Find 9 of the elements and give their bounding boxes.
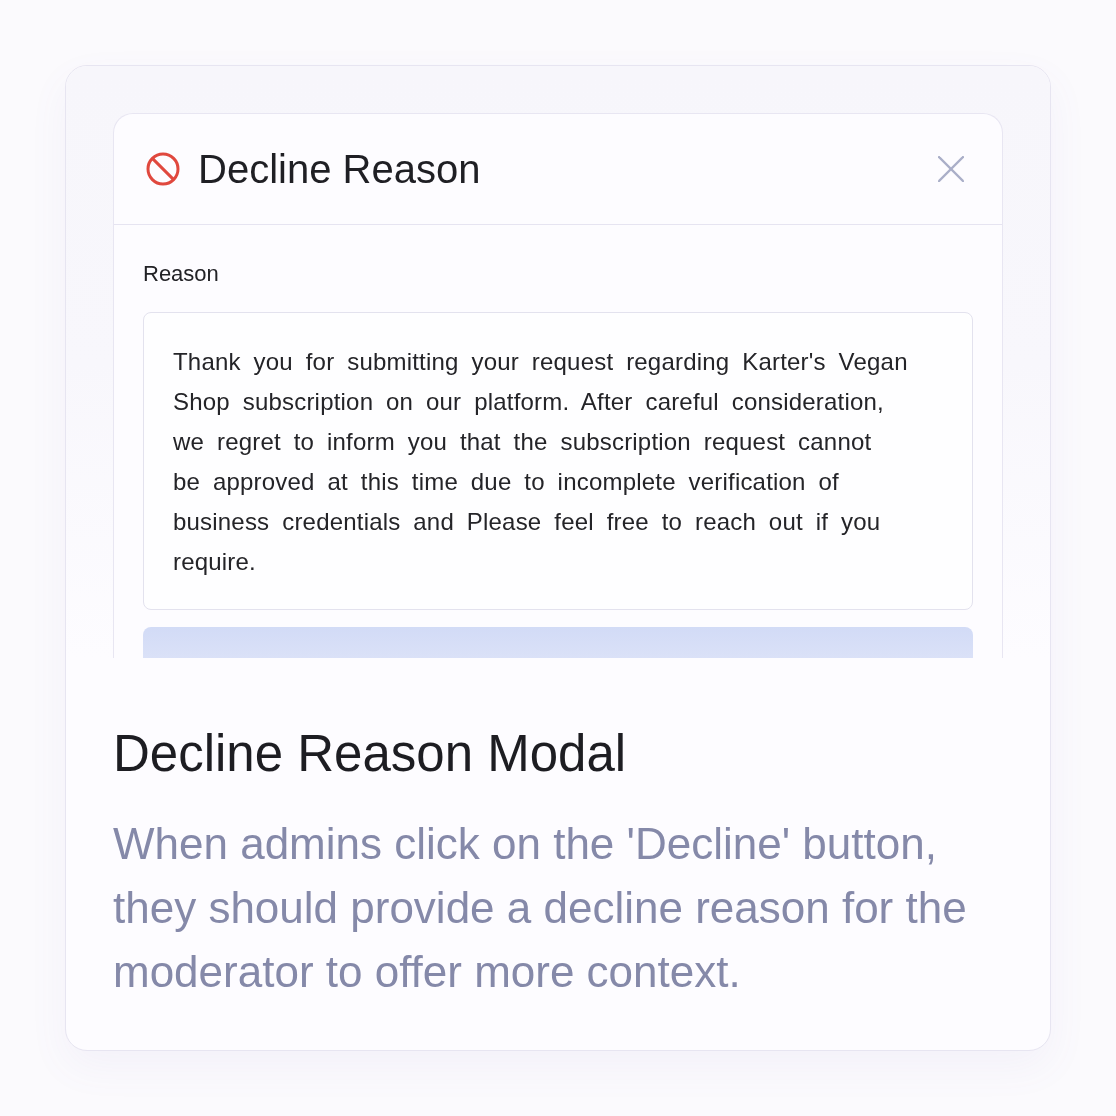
field-label: Reason <box>143 262 219 286</box>
modal-title: Decline Reason <box>198 149 481 189</box>
reason-field[interactable]: Thank you for submitting your request regarding Karter's Vegan Shop subscription on our platform. After careful consideration, we regret to inform you that the subscription request cannot be approved at this time due to incomplete verification of business credentials and Please feel free to reach out if you require. <box>143 312 973 610</box>
close-icon <box>938 156 964 182</box>
cut-off-button[interactable] <box>143 627 973 658</box>
ban-icon <box>146 152 180 186</box>
caption-description: When admins click on the 'Decline' button, they should provide a decline reason for the moderator to offer more context. <box>113 818 968 998</box>
close-button[interactable] <box>937 155 965 183</box>
caption-title: Decline Reason Modal <box>113 724 627 784</box>
